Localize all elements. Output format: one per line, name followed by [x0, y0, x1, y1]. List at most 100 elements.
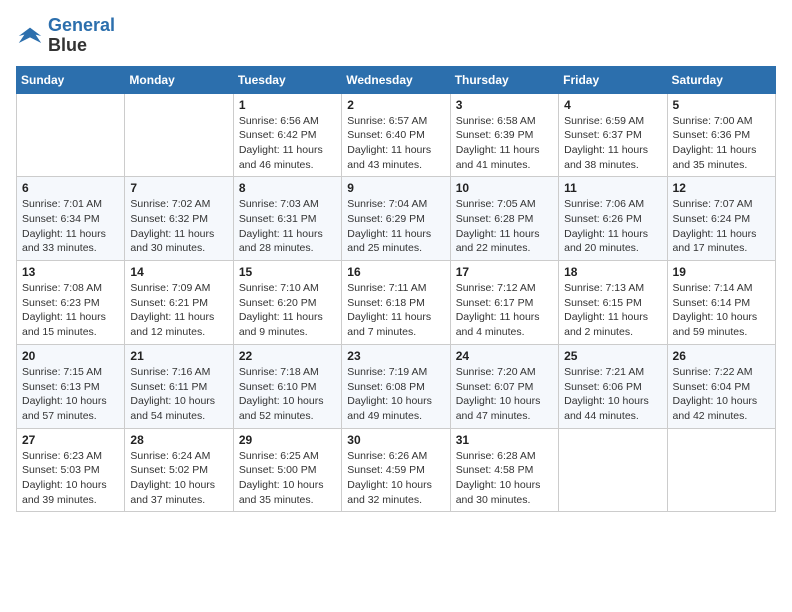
- calendar-cell: 23 Sunrise: 7:19 AM Sunset: 6:08 PM Dayli…: [342, 344, 450, 428]
- calendar-cell: 29 Sunrise: 6:25 AM Sunset: 5:00 PM Dayli…: [233, 428, 341, 512]
- day-info: Sunrise: 6:24 AM Sunset: 5:02 PM Dayligh…: [130, 449, 227, 508]
- calendar-cell: 3 Sunrise: 6:58 AM Sunset: 6:39 PM Daylig…: [450, 93, 558, 177]
- calendar-cell: 4 Sunrise: 6:59 AM Sunset: 6:37 PM Daylig…: [559, 93, 667, 177]
- day-info: Sunrise: 7:10 AM Sunset: 6:20 PM Dayligh…: [239, 281, 336, 340]
- day-number: 15: [239, 265, 336, 279]
- calendar-cell: 13 Sunrise: 7:08 AM Sunset: 6:23 PM Dayli…: [17, 261, 125, 345]
- column-header-thursday: Thursday: [450, 66, 558, 93]
- calendar-cell: 28 Sunrise: 6:24 AM Sunset: 5:02 PM Dayli…: [125, 428, 233, 512]
- day-info: Sunrise: 6:59 AM Sunset: 6:37 PM Dayligh…: [564, 114, 661, 173]
- calendar-cell: 31 Sunrise: 6:28 AM Sunset: 4:58 PM Dayli…: [450, 428, 558, 512]
- calendar-cell: 24 Sunrise: 7:20 AM Sunset: 6:07 PM Dayli…: [450, 344, 558, 428]
- calendar-cell: 14Sunrise: 7:09 AM Sunset: 6:21 PM Dayli…: [125, 261, 233, 345]
- day-info: Sunrise: 6:25 AM Sunset: 5:00 PM Dayligh…: [239, 449, 336, 508]
- calendar-table: SundayMondayTuesdayWednesdayThursdayFrid…: [16, 66, 776, 513]
- day-number: 19: [673, 265, 770, 279]
- column-header-wednesday: Wednesday: [342, 66, 450, 93]
- calendar-cell: 19 Sunrise: 7:14 AM Sunset: 6:14 PM Dayli…: [667, 261, 775, 345]
- page-header: GeneralBlue: [16, 16, 776, 56]
- day-info: Sunrise: 7:11 AM Sunset: 6:18 PM Dayligh…: [347, 281, 444, 340]
- day-number: 29: [239, 433, 336, 447]
- calendar-cell: 17 Sunrise: 7:12 AM Sunset: 6:17 PM Dayli…: [450, 261, 558, 345]
- day-number: 21: [130, 349, 227, 363]
- calendar-cell: [559, 428, 667, 512]
- calendar-cell: [17, 93, 125, 177]
- day-number: 12: [673, 181, 770, 195]
- day-number: 17: [456, 265, 553, 279]
- day-info: Sunrise: 7:01 AM Sunset: 6:34 PM Dayligh…: [22, 197, 119, 256]
- day-info: Sunrise: 7:14 AM Sunset: 6:14 PM Dayligh…: [673, 281, 770, 340]
- logo-text: GeneralBlue: [48, 16, 115, 56]
- day-info: Sunrise: 7:15 AM Sunset: 6:13 PM Dayligh…: [22, 365, 119, 424]
- column-header-sunday: Sunday: [17, 66, 125, 93]
- day-number: 10: [456, 181, 553, 195]
- day-number: 3: [456, 98, 553, 112]
- day-info: Sunrise: 7:21 AM Sunset: 6:06 PM Dayligh…: [564, 365, 661, 424]
- day-info: Sunrise: 7:02 AM Sunset: 6:32 PM Dayligh…: [130, 197, 227, 256]
- column-header-friday: Friday: [559, 66, 667, 93]
- day-number: 6: [22, 181, 119, 195]
- calendar-cell: [125, 93, 233, 177]
- calendar-week-1: 1Sunrise: 6:56 AM Sunset: 6:42 PM Daylig…: [17, 93, 776, 177]
- day-number: 11: [564, 181, 661, 195]
- day-info: Sunrise: 6:57 AM Sunset: 6:40 PM Dayligh…: [347, 114, 444, 173]
- calendar-week-2: 6 Sunrise: 7:01 AM Sunset: 6:34 PM Daylig…: [17, 177, 776, 261]
- day-info: Sunrise: 7:19 AM Sunset: 6:08 PM Dayligh…: [347, 365, 444, 424]
- day-info: Sunrise: 7:12 AM Sunset: 6:17 PM Dayligh…: [456, 281, 553, 340]
- day-info: Sunrise: 7:18 AM Sunset: 6:10 PM Dayligh…: [239, 365, 336, 424]
- day-number: 4: [564, 98, 661, 112]
- day-number: 13: [22, 265, 119, 279]
- day-info: Sunrise: 7:07 AM Sunset: 6:24 PM Dayligh…: [673, 197, 770, 256]
- day-number: 18: [564, 265, 661, 279]
- day-number: 26: [673, 349, 770, 363]
- calendar-cell: 22 Sunrise: 7:18 AM Sunset: 6:10 PM Dayli…: [233, 344, 341, 428]
- day-number: 22: [239, 349, 336, 363]
- column-header-saturday: Saturday: [667, 66, 775, 93]
- calendar-cell: 12 Sunrise: 7:07 AM Sunset: 6:24 PM Dayli…: [667, 177, 775, 261]
- logo-bird-icon: [16, 22, 44, 50]
- day-number: 7: [130, 181, 227, 195]
- calendar-cell: 11 Sunrise: 7:06 AM Sunset: 6:26 PM Dayli…: [559, 177, 667, 261]
- day-number: 25: [564, 349, 661, 363]
- calendar-cell: 21Sunrise: 7:16 AM Sunset: 6:11 PM Dayli…: [125, 344, 233, 428]
- calendar-week-3: 13 Sunrise: 7:08 AM Sunset: 6:23 PM Dayli…: [17, 261, 776, 345]
- day-info: Sunrise: 7:00 AM Sunset: 6:36 PM Dayligh…: [673, 114, 770, 173]
- day-info: Sunrise: 7:04 AM Sunset: 6:29 PM Dayligh…: [347, 197, 444, 256]
- day-info: Sunrise: 6:58 AM Sunset: 6:39 PM Dayligh…: [456, 114, 553, 173]
- day-number: 31: [456, 433, 553, 447]
- day-number: 30: [347, 433, 444, 447]
- day-number: 14: [130, 265, 227, 279]
- calendar-cell: 30 Sunrise: 6:26 AM Sunset: 4:59 PM Dayli…: [342, 428, 450, 512]
- day-number: 27: [22, 433, 119, 447]
- day-number: 28: [130, 433, 227, 447]
- day-number: 5: [673, 98, 770, 112]
- column-header-tuesday: Tuesday: [233, 66, 341, 93]
- day-number: 23: [347, 349, 444, 363]
- day-info: Sunrise: 7:20 AM Sunset: 6:07 PM Dayligh…: [456, 365, 553, 424]
- calendar-cell: 8Sunrise: 7:03 AM Sunset: 6:31 PM Daylig…: [233, 177, 341, 261]
- calendar-cell: 10 Sunrise: 7:05 AM Sunset: 6:28 PM Dayli…: [450, 177, 558, 261]
- day-info: Sunrise: 6:23 AM Sunset: 5:03 PM Dayligh…: [22, 449, 119, 508]
- day-info: Sunrise: 7:06 AM Sunset: 6:26 PM Dayligh…: [564, 197, 661, 256]
- calendar-week-5: 27 Sunrise: 6:23 AM Sunset: 5:03 PM Dayli…: [17, 428, 776, 512]
- calendar-header-row: SundayMondayTuesdayWednesdayThursdayFrid…: [17, 66, 776, 93]
- day-info: Sunrise: 7:08 AM Sunset: 6:23 PM Dayligh…: [22, 281, 119, 340]
- calendar-cell: 7 Sunrise: 7:02 AM Sunset: 6:32 PM Daylig…: [125, 177, 233, 261]
- calendar-week-4: 20Sunrise: 7:15 AM Sunset: 6:13 PM Dayli…: [17, 344, 776, 428]
- calendar-cell: 16Sunrise: 7:11 AM Sunset: 6:18 PM Dayli…: [342, 261, 450, 345]
- calendar-cell: [667, 428, 775, 512]
- logo: GeneralBlue: [16, 16, 115, 56]
- calendar-cell: 15 Sunrise: 7:10 AM Sunset: 6:20 PM Dayli…: [233, 261, 341, 345]
- day-number: 24: [456, 349, 553, 363]
- day-info: Sunrise: 6:28 AM Sunset: 4:58 PM Dayligh…: [456, 449, 553, 508]
- column-header-monday: Monday: [125, 66, 233, 93]
- day-info: Sunrise: 6:26 AM Sunset: 4:59 PM Dayligh…: [347, 449, 444, 508]
- day-info: Sunrise: 7:22 AM Sunset: 6:04 PM Dayligh…: [673, 365, 770, 424]
- calendar-cell: 5 Sunrise: 7:00 AM Sunset: 6:36 PM Daylig…: [667, 93, 775, 177]
- calendar-cell: 25 Sunrise: 7:21 AM Sunset: 6:06 PM Dayli…: [559, 344, 667, 428]
- day-info: Sunrise: 7:03 AM Sunset: 6:31 PM Dayligh…: [239, 197, 336, 256]
- day-info: Sunrise: 6:56 AM Sunset: 6:42 PM Dayligh…: [239, 114, 336, 173]
- calendar-cell: 1Sunrise: 6:56 AM Sunset: 6:42 PM Daylig…: [233, 93, 341, 177]
- day-info: Sunrise: 7:05 AM Sunset: 6:28 PM Dayligh…: [456, 197, 553, 256]
- day-number: 2: [347, 98, 444, 112]
